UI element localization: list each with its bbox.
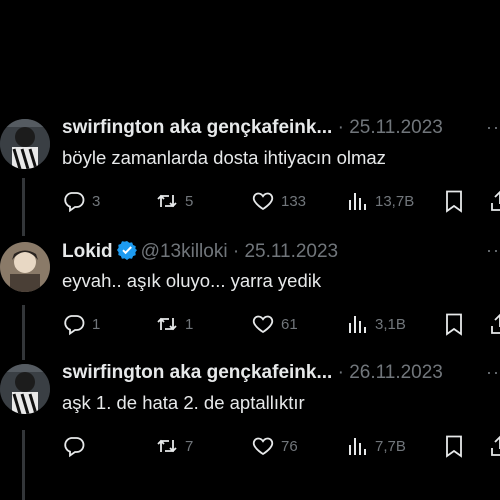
reply-button[interactable]: 1 [62,312,100,336]
verified-badge-icon [116,241,137,260]
like-count: 133 [281,192,307,210]
retweet-button[interactable]: 1 [155,312,193,336]
reply-count: 3 [92,192,101,210]
tweet-text: aşk 1. de hata 2. de aptallıktır [62,392,305,413]
reply-count: 1 [92,315,101,333]
heart-icon [252,192,274,211]
bookmark-icon [446,435,462,458]
separator-dot: · [337,117,344,138]
more-options-icon[interactable]: ··· [486,117,500,138]
share-button[interactable] [488,312,500,336]
tweet-header: Lokid @13killoki · 25.11.2023 [62,240,338,263]
retweet-icon [157,317,177,331]
view-count: 7,7B [375,437,406,455]
like-button[interactable]: 61 [251,312,298,336]
views-icon [349,438,366,455]
views-button[interactable]: 3,1B [347,312,406,336]
bookmark-button[interactable] [443,312,465,336]
tweet-header: swirfington aka gençkafeink... · 25.11.2… [62,117,443,139]
bookmark-icon [446,190,462,213]
reply-icon [64,192,85,213]
retweet-count: 1 [185,315,194,333]
more-options-icon[interactable]: ··· [486,362,500,383]
retweet-button[interactable]: 5 [155,189,193,213]
share-button[interactable] [488,434,500,458]
share-button[interactable] [488,189,500,213]
retweet-count: 7 [185,437,194,455]
view-count: 13,7B [375,192,415,210]
tweet-date[interactable]: 26.11.2023 [349,362,443,383]
retweet-button[interactable]: 7 [155,434,193,458]
tweet-actions: 7 76 7,7B [62,434,500,458]
tweet-actions: 1 1 61 3,1B [62,312,500,336]
separator-dot: · [337,362,344,383]
display-name[interactable]: Lokid [62,241,113,262]
heart-icon [252,437,274,456]
share-icon [491,190,500,211]
retweet-count: 5 [185,192,194,210]
bookmark-button[interactable] [443,189,465,213]
reply-icon [64,315,85,336]
share-icon [491,313,500,334]
views-icon [349,316,366,333]
retweet-icon [157,439,177,453]
retweet-icon [157,194,177,208]
reply-button[interactable] [62,434,92,458]
tweet-header: swirfington aka gençkafeink... · 26.11.2… [62,362,443,384]
bookmark-button[interactable] [443,434,465,458]
like-count: 61 [281,315,298,333]
views-button[interactable]: 13,7B [347,189,414,213]
display-name[interactable]: swirfington aka gençkafeink... [62,117,332,138]
tweet-date[interactable]: 25.11.2023 [244,241,338,262]
display-name[interactable]: swirfington aka gençkafeink... [62,362,332,383]
reply-button[interactable]: 3 [62,189,100,213]
avatar[interactable] [0,364,50,414]
separator-dot: · [232,241,240,262]
tweet[interactable]: swirfington aka gençkafeink... · 26.11.2… [0,362,500,484]
user-handle[interactable]: @13killoki [141,241,228,262]
views-icon [349,193,366,210]
views-button[interactable]: 7,7B [347,434,406,458]
share-icon [491,435,500,456]
tweet[interactable]: swirfington aka gençkafeink... · 25.11.2… [0,117,500,239]
tweet-date[interactable]: 25.11.2023 [349,117,443,138]
like-button[interactable]: 76 [251,434,298,458]
tweet-actions: 3 5 133 13,7B [62,189,500,213]
avatar[interactable] [0,242,50,292]
tweet-text: böyle zamanlarda dosta ihtiyacın olmaz [62,147,386,168]
heart-icon [252,315,274,334]
more-options-icon[interactable]: ··· [486,240,500,261]
like-count: 76 [281,437,298,455]
bookmark-icon [446,313,462,336]
view-count: 3,1B [375,315,406,333]
avatar[interactable] [0,119,50,169]
tweet-text: eyvah.. aşık oluyo... yarra yedik [62,270,322,291]
like-button[interactable]: 133 [251,189,306,213]
reply-icon [64,437,85,458]
tweet[interactable]: Lokid @13killoki · 25.11.2023 ··· eyvah..… [0,240,500,362]
